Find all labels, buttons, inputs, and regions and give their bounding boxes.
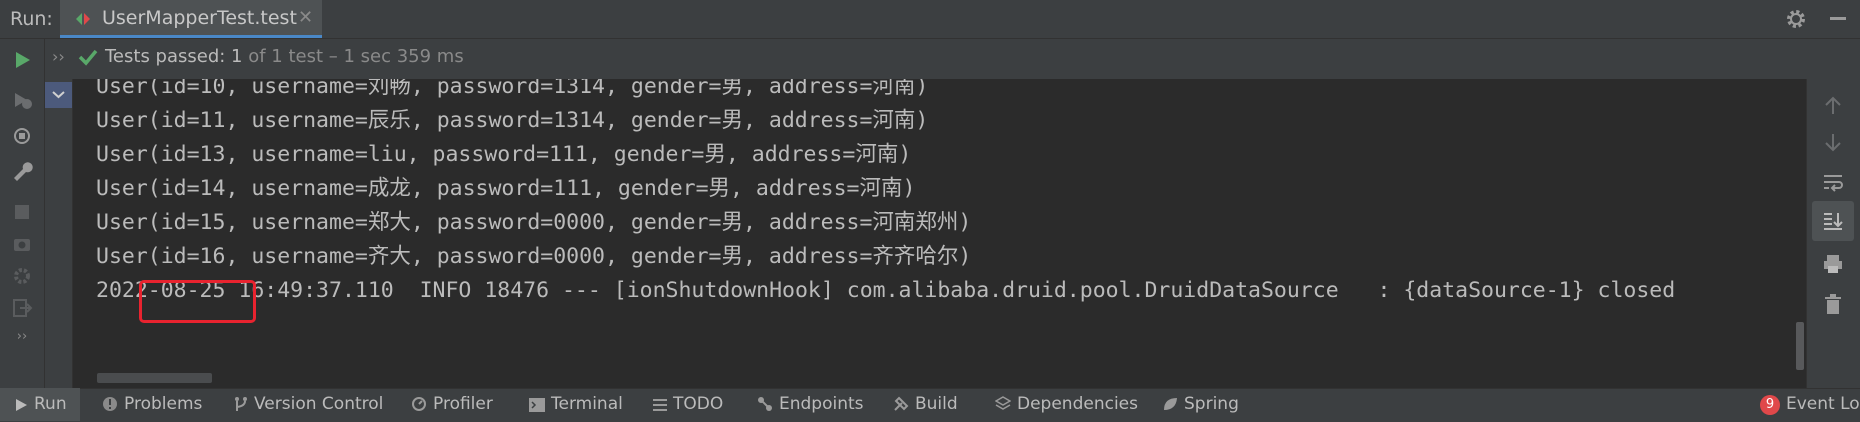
tool-profiler-button[interactable]: Profiler bbox=[411, 388, 493, 421]
collapse-tree-button[interactable] bbox=[45, 82, 72, 108]
more-icon[interactable]: ›› bbox=[11, 329, 33, 351]
console-line: User(id=13, username=liu, password=111, … bbox=[96, 142, 912, 167]
tool-spring-button[interactable]: Spring bbox=[1162, 388, 1239, 421]
print-icon[interactable] bbox=[1821, 252, 1845, 276]
console-line: User(id=10, username=刘畅, password=1314, … bbox=[96, 79, 929, 99]
test-run-icon bbox=[76, 13, 90, 25]
tool-run-button[interactable]: Run bbox=[14, 388, 67, 421]
version-control-icon bbox=[235, 397, 247, 411]
console-line: User(id=14, username=成龙, password=111, g… bbox=[96, 176, 916, 201]
vertical-scrollbar[interactable] bbox=[1796, 322, 1804, 370]
scroll-to-end-icon[interactable] bbox=[1821, 209, 1845, 233]
tests-passed-detail: of 1 test – 1 sec 359 ms bbox=[242, 46, 464, 67]
tab-title: UserMapperTest.test bbox=[102, 7, 297, 29]
down-arrow-icon[interactable] bbox=[1821, 130, 1845, 154]
console-line: User(id=11, username=辰乐, password=1314, … bbox=[96, 108, 929, 133]
endpoints-icon bbox=[758, 397, 772, 411]
left-toolbar: ›› bbox=[0, 39, 45, 388]
problems-icon bbox=[103, 397, 117, 411]
todo-icon bbox=[653, 399, 667, 411]
stop-icon[interactable] bbox=[11, 201, 33, 223]
tool-version-control-button[interactable]: Version Control bbox=[234, 388, 383, 421]
chevron-down-icon bbox=[52, 91, 65, 99]
minimize-icon[interactable] bbox=[1830, 17, 1846, 20]
spring-leaf-icon bbox=[1164, 398, 1177, 410]
tests-passed-status: Tests passed: 1 of 1 test – 1 sec 359 ms bbox=[105, 46, 464, 67]
toggle-auto-test-icon[interactable] bbox=[11, 125, 33, 147]
event-log-count-badge: 9 bbox=[1760, 395, 1780, 415]
run-label: Run: bbox=[10, 8, 53, 30]
console-line: User(id=16, username=齐大, password=0000, … bbox=[96, 244, 972, 269]
console-line: 2022-08-25 16:49:37.110 INFO 18476 --- [… bbox=[96, 278, 1676, 303]
rerun-failed-icon[interactable] bbox=[11, 89, 33, 111]
terminal-icon bbox=[529, 398, 545, 412]
tool-terminal-button[interactable]: Terminal bbox=[529, 388, 623, 421]
exit-icon[interactable] bbox=[11, 297, 33, 319]
expand-chevron-icon[interactable]: ›› bbox=[52, 47, 65, 66]
rerun-icon[interactable] bbox=[11, 49, 33, 71]
test-tree-collapsed bbox=[45, 79, 73, 388]
tool-endpoints-button[interactable]: Endpoints bbox=[757, 388, 864, 421]
tool-event-log-button[interactable]: 9Event Log bbox=[1760, 388, 1860, 421]
check-icon bbox=[78, 49, 98, 66]
soft-wrap-icon[interactable] bbox=[1821, 170, 1845, 194]
trash-icon[interactable] bbox=[1821, 292, 1845, 316]
dependencies-icon bbox=[994, 396, 1012, 410]
profiler-icon bbox=[412, 397, 426, 411]
tool-todo-button[interactable]: TODO bbox=[653, 388, 723, 421]
up-arrow-icon[interactable] bbox=[1821, 94, 1845, 118]
hammer-icon bbox=[894, 396, 909, 411]
console-line: User(id=15, username=郑大, password=0000, … bbox=[96, 210, 972, 235]
run-icon bbox=[16, 399, 27, 411]
gear-icon[interactable] bbox=[1784, 7, 1808, 31]
tests-passed-count: Tests passed: 1 bbox=[105, 46, 243, 67]
tab-close-icon[interactable]: ✕ bbox=[298, 0, 313, 36]
wrench-icon[interactable] bbox=[11, 159, 33, 181]
horizontal-scrollbar[interactable] bbox=[97, 373, 212, 383]
tab-user-mapper-test[interactable]: UserMapperTest.test ✕ bbox=[60, 0, 322, 38]
camera-icon[interactable] bbox=[11, 233, 33, 255]
tool-problems-button[interactable]: Problems bbox=[102, 388, 202, 421]
tool-dependencies-button[interactable]: Dependencies bbox=[994, 388, 1138, 421]
annotation-highlight-box bbox=[139, 280, 256, 323]
console-output[interactable]: User(id=10, username=刘畅, password=1314, … bbox=[73, 79, 1806, 388]
tool-build-button[interactable]: Build bbox=[893, 388, 958, 421]
settings-icon[interactable] bbox=[11, 265, 33, 287]
